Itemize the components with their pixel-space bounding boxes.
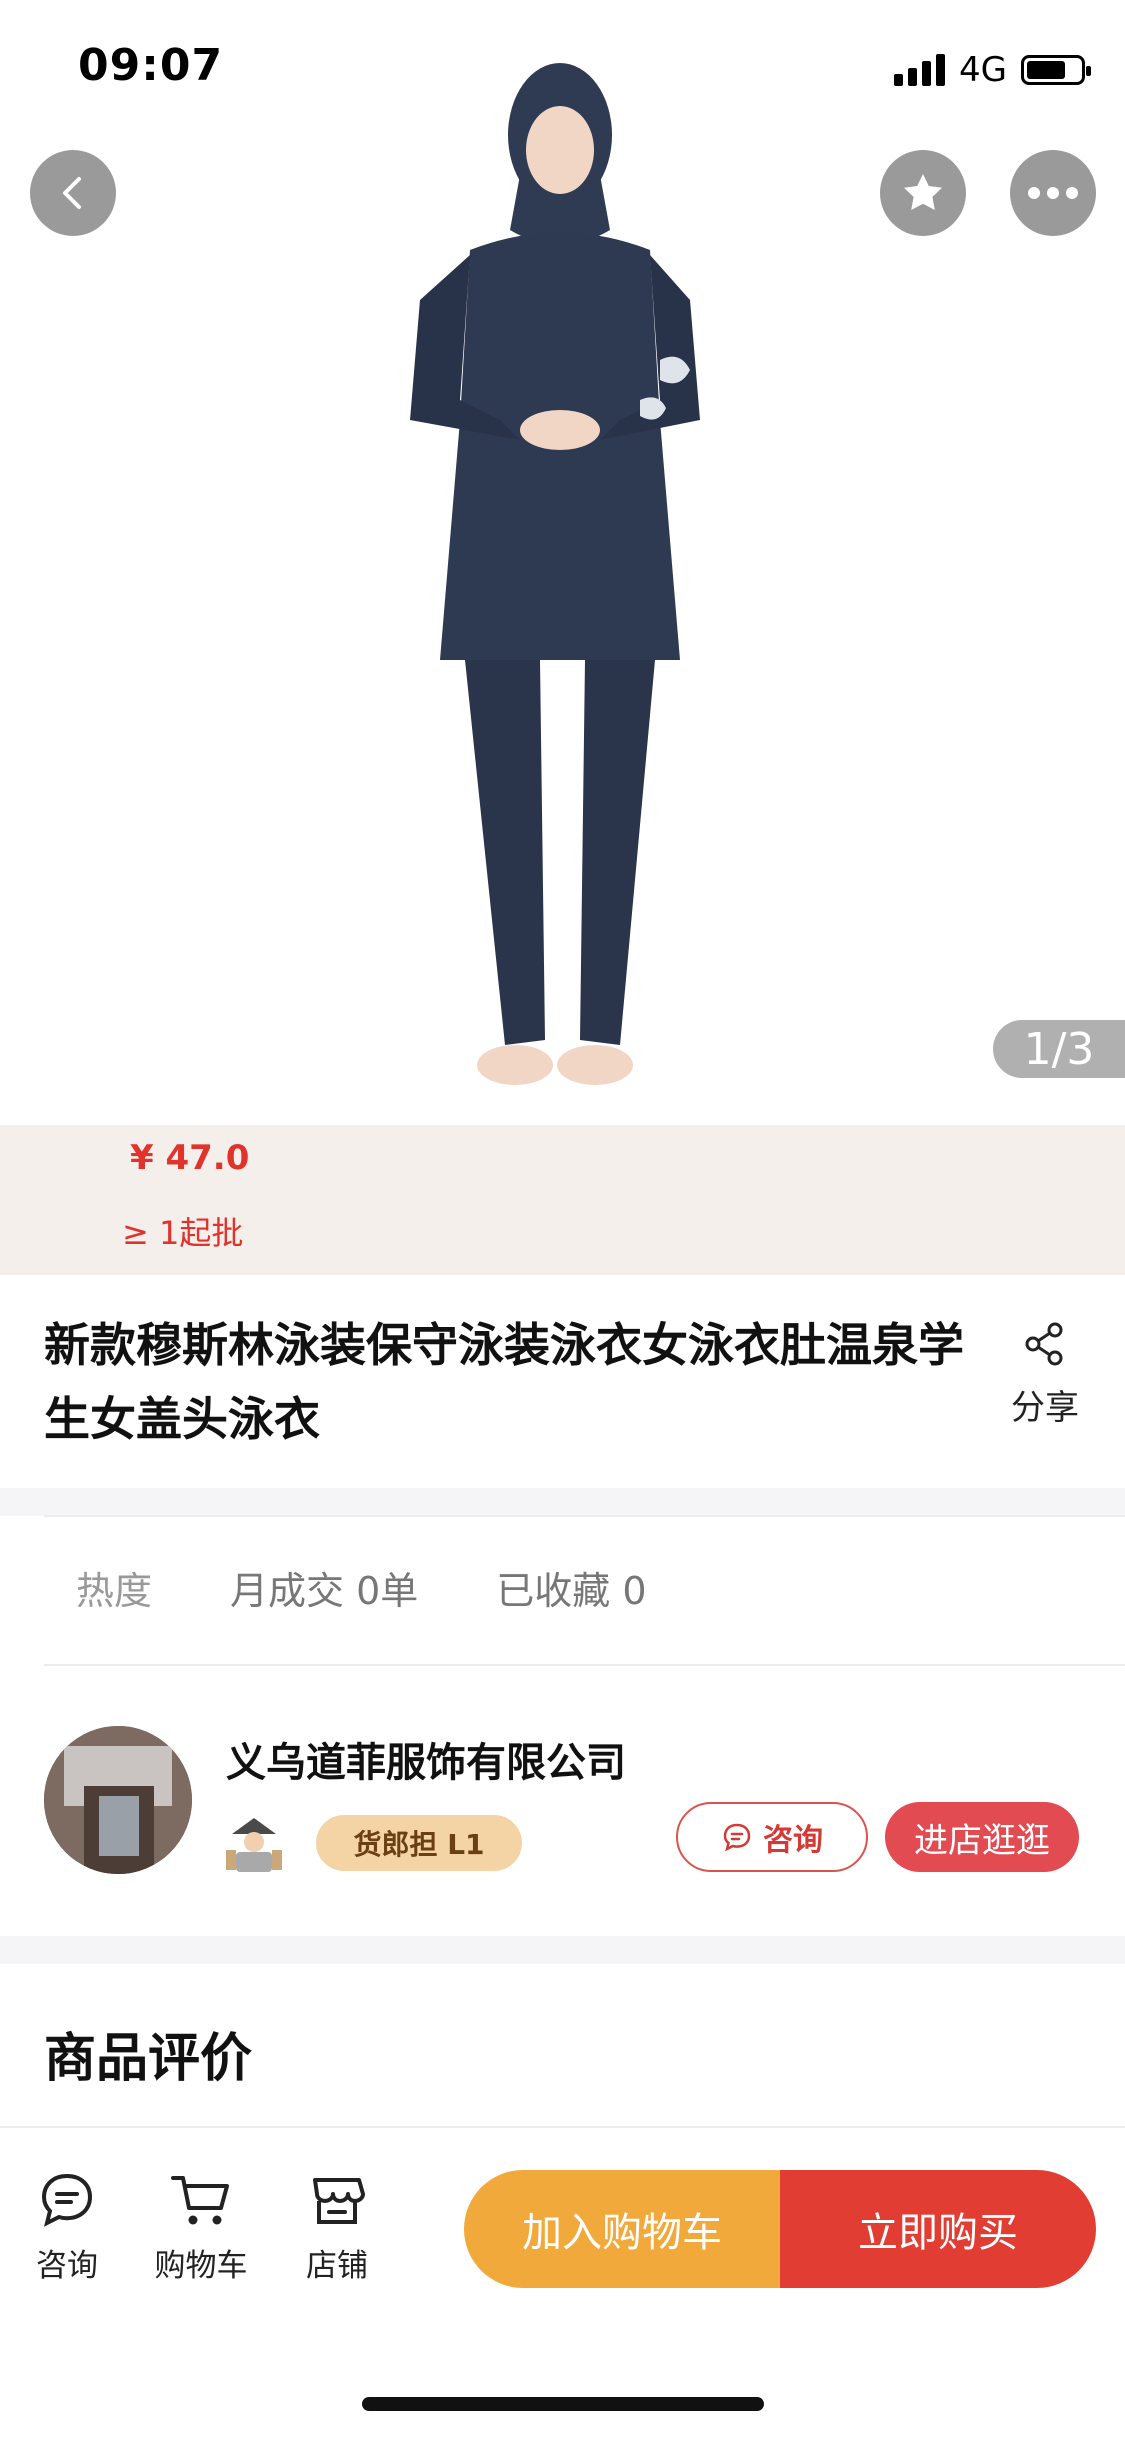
share-label: 分享: [1011, 1388, 1079, 1428]
nav-store[interactable]: 店铺: [282, 2170, 392, 2285]
buy-now-button[interactable]: 立即购买: [780, 2170, 1096, 2288]
minimum-order: ≥ 1起批: [122, 1214, 244, 1252]
product-price: ¥ 47.0: [130, 1138, 250, 1178]
product-stats: 热度 月成交 0单 已收藏 0: [76, 1560, 647, 1615]
chat-icon: [41, 2173, 93, 2227]
product-title: 新款穆斯林泳装保守泳装泳衣女泳衣肚温泉学生女盖头泳衣: [44, 1318, 964, 1446]
nav-consult-label: 咨询: [36, 2248, 98, 2284]
network-type: 4G: [959, 50, 1007, 90]
nav-cart[interactable]: 购物车: [146, 2170, 256, 2285]
nav-store-label: 店铺: [306, 2248, 368, 2284]
divider-line: [44, 1515, 1125, 1517]
battery-icon: [1021, 55, 1091, 85]
visit-shop-button[interactable]: 进店逛逛: [885, 1802, 1079, 1872]
status-indicators: 4G: [894, 50, 1091, 90]
signal-icon: [894, 54, 946, 86]
favorite-button[interactable]: [880, 150, 966, 236]
chat-bubble-icon: [723, 1823, 751, 1852]
vendor-level-icon: [226, 1818, 282, 1872]
divider-line: [44, 1664, 1125, 1666]
nav-cart-label: 购物车: [154, 2248, 248, 2284]
shop-name[interactable]: 义乌道菲服饰有限公司: [226, 1730, 626, 1788]
more-button[interactable]: [1010, 150, 1096, 236]
section-divider: [0, 1936, 1125, 1964]
vendor-level-badge: 货郎担 L1: [316, 1815, 522, 1871]
nav-consult[interactable]: 咨询: [12, 2170, 122, 2285]
favorited-count: 已收藏 0: [496, 1569, 647, 1613]
home-indicator[interactable]: [362, 2397, 764, 2411]
heat-label: 热度: [76, 1569, 153, 1613]
share-icon: [1025, 1322, 1063, 1366]
back-button[interactable]: [30, 150, 116, 236]
add-to-cart-button[interactable]: 加入购物车: [464, 2170, 780, 2288]
store-icon: [313, 2178, 365, 2224]
reviews-title: 商品评价: [44, 2029, 253, 2089]
gallery-pager: 1/3: [993, 1020, 1125, 1078]
monthly-deals: 月成交 0单: [230, 1569, 419, 1613]
star-icon: [904, 174, 942, 210]
status-time: 09:07: [78, 40, 224, 91]
chevron-left-icon: [63, 177, 81, 209]
shop-avatar[interactable]: [44, 1726, 192, 1874]
shop-consult-button[interactable]: 咨询: [676, 1802, 868, 1872]
shopping-cart-icon: [171, 2176, 229, 2225]
share-button[interactable]: 分享: [1005, 1320, 1085, 1429]
shop-photo: [44, 1726, 192, 1874]
section-divider: [0, 1488, 1125, 1516]
more-dots-icon: [1028, 187, 1078, 199]
shop-consult-label: 咨询: [763, 1823, 823, 1858]
